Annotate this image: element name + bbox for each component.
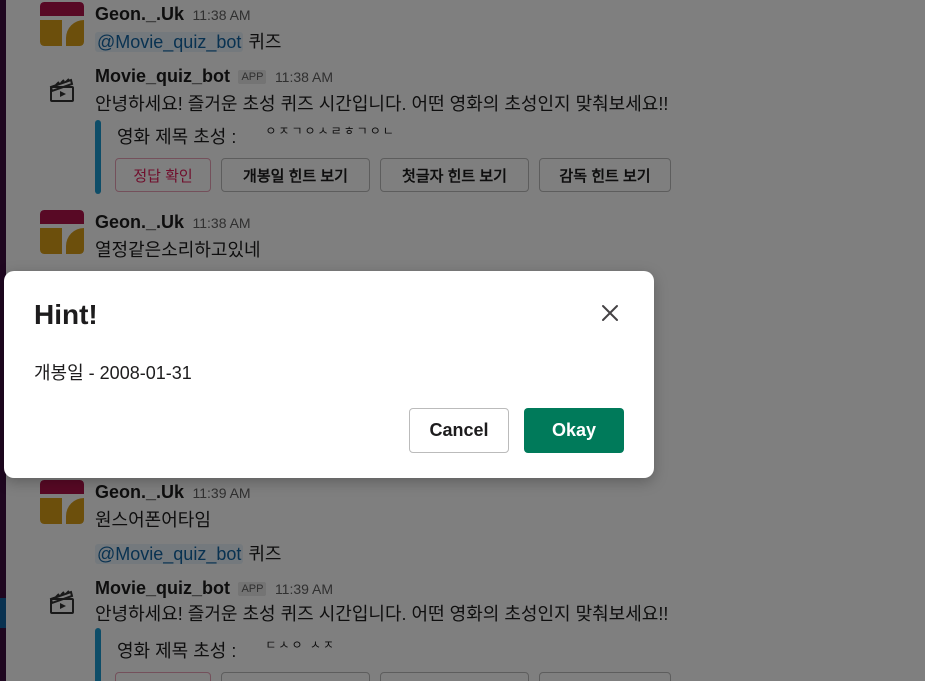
close-button[interactable] [596,299,624,327]
hint-dialog: Hint! 개봉일 - 2008-01-31 Cancel Okay [4,271,654,478]
dialog-body: 개봉일 - 2008-01-31 [34,363,192,383]
okay-button[interactable]: Okay [524,408,624,453]
cancel-button[interactable]: Cancel [409,408,509,453]
dialog-title: Hint! [34,299,98,330]
close-icon [602,305,618,321]
